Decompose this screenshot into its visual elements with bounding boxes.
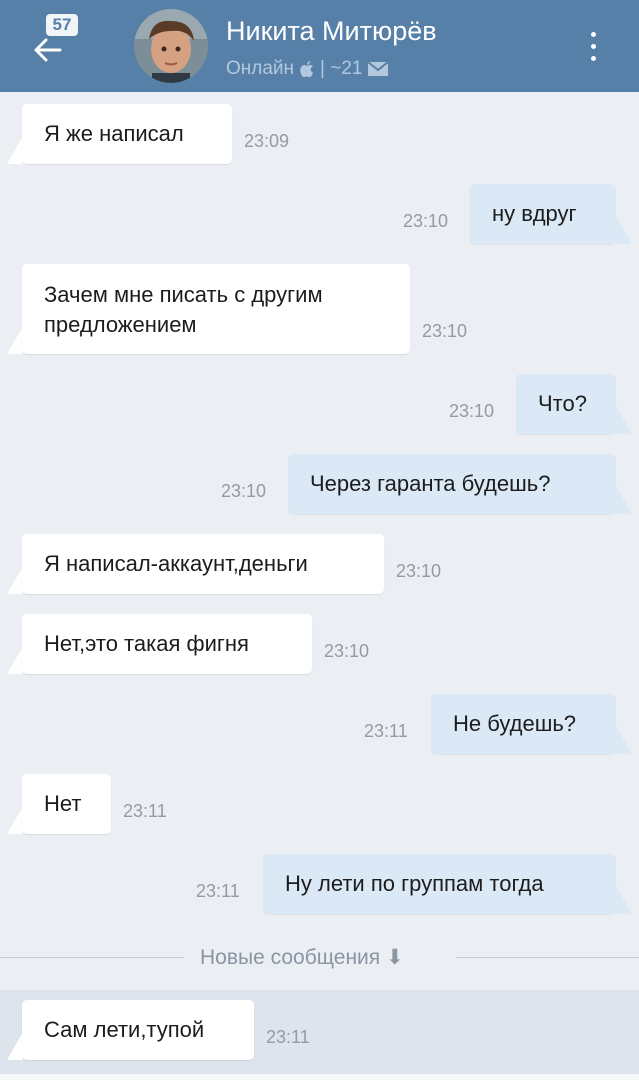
message-time: 23:11 bbox=[196, 881, 240, 901]
message-time: 23:11 bbox=[123, 801, 167, 821]
message-text: Ну лети по группам тогда bbox=[263, 854, 616, 914]
message-incoming[interactable]: Я же написал 23:09 bbox=[0, 104, 639, 164]
avatar[interactable] bbox=[134, 9, 208, 83]
message-text: Зачем мне писать с другим предложением bbox=[22, 264, 410, 354]
envelope-icon bbox=[368, 62, 389, 76]
new-messages-divider: Новые сообщения ⬇ bbox=[0, 938, 639, 978]
back-button[interactable]: 57 bbox=[20, 14, 80, 74]
message-time: 23:10 bbox=[221, 481, 267, 501]
message-time: 23:10 bbox=[324, 641, 370, 661]
message-time: 23:10 bbox=[396, 561, 442, 581]
message-text: Что? bbox=[516, 374, 616, 434]
message-outgoing[interactable]: 23:11 Не будешь? bbox=[0, 694, 639, 754]
message-outgoing[interactable]: 23:10 Через гаранта будешь? bbox=[0, 454, 639, 514]
message-line: Зачем мне писать с другим bbox=[44, 282, 323, 307]
message-outgoing[interactable]: 23:10 Что? bbox=[0, 374, 639, 434]
message-incoming[interactable]: Я написал-аккаунт,деньги 23:10 bbox=[0, 534, 639, 594]
message-line: предложением bbox=[44, 312, 197, 337]
message-time: 23:09 bbox=[244, 131, 290, 151]
status-extra: | ~21 bbox=[320, 58, 363, 79]
message-outgoing[interactable]: 23:11 Ну лети по группам тогда bbox=[0, 854, 639, 914]
message-incoming[interactable]: Сам лети,тупой 23:11 bbox=[0, 1000, 639, 1060]
message-outgoing[interactable]: 23:10 ну вдруг bbox=[0, 184, 639, 244]
contact-status: Онлайн | ~21 bbox=[226, 58, 389, 80]
message-text: Я написал-аккаунт,деньги bbox=[22, 534, 384, 594]
unread-count-badge: 57 bbox=[46, 14, 78, 36]
new-messages-label: Новые сообщения ⬇ bbox=[200, 946, 404, 969]
bottom-edge bbox=[0, 1074, 639, 1080]
apple-icon bbox=[300, 60, 314, 77]
message-text: Нет bbox=[22, 774, 111, 834]
message-time: 23:11 bbox=[266, 1027, 310, 1047]
message-text: Нет,это такая фигня bbox=[22, 614, 312, 674]
message-text: Через гаранта будешь? bbox=[288, 454, 616, 514]
message-incoming[interactable]: Нет 23:11 bbox=[0, 774, 639, 834]
more-vertical-icon[interactable] bbox=[580, 30, 606, 64]
message-text: Сам лети,тупой bbox=[22, 1000, 254, 1060]
message-time: 23:11 bbox=[364, 721, 408, 741]
message-time: 23:10 bbox=[422, 321, 468, 341]
message-text: ну вдруг bbox=[470, 184, 616, 244]
message-text: Не будешь? bbox=[431, 694, 616, 754]
contact-name[interactable]: Никита Митюрёв bbox=[226, 16, 437, 47]
chat-header: 57 Никита Митюрёв Онлайн | ~21 bbox=[0, 0, 639, 92]
message-time: 23:10 bbox=[403, 211, 449, 231]
message-time: 23:10 bbox=[449, 401, 495, 421]
status-text: Онлайн bbox=[226, 58, 295, 79]
message-incoming[interactable]: Зачем мне писать с другим предложением 2… bbox=[0, 264, 639, 354]
message-text: Я же написал bbox=[22, 104, 232, 164]
back-arrow-icon bbox=[34, 38, 62, 62]
message-incoming[interactable]: Нет,это такая фигня 23:10 bbox=[0, 614, 639, 674]
